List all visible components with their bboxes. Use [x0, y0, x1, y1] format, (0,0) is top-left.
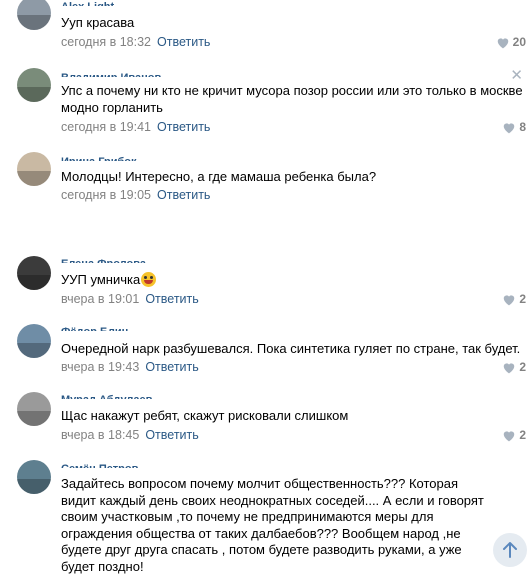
- comment-text: Очередной нарк разбушевался. Пока синтет…: [61, 341, 521, 356]
- reply-button[interactable]: Ответить: [157, 120, 210, 134]
- heart-icon: [504, 122, 515, 133]
- avatar[interactable]: [17, 324, 51, 358]
- avatar[interactable]: [17, 460, 51, 494]
- comment-meta: сегодня в 19:41 Ответить: [61, 120, 210, 134]
- comment-time[interactable]: вчера в 19:43: [61, 360, 139, 374]
- heart-icon: [497, 37, 508, 48]
- comment-time[interactable]: сегодня в 19:05: [61, 188, 151, 202]
- comment-author[interactable]: Елена Фролова: [61, 257, 146, 263]
- reply-button[interactable]: Ответить: [145, 292, 198, 306]
- comment-time[interactable]: сегодня в 19:41: [61, 120, 151, 134]
- avatar[interactable]: [17, 152, 51, 186]
- heart-icon: [504, 294, 515, 305]
- like-count: 2: [519, 360, 526, 374]
- comment-author[interactable]: Мурад Абдулаев: [61, 393, 152, 399]
- comment-author[interactable]: Владимир Иванов: [61, 71, 161, 77]
- comment-text: Задайтесь вопросом почему молчит обществ…: [61, 476, 484, 574]
- emoji-grin-icon: [141, 272, 157, 287]
- comment-text-content: УУП умничка: [61, 272, 141, 287]
- comment-text: Ууп красава: [61, 15, 135, 30]
- comment-author[interactable]: Семён Петров: [61, 462, 138, 468]
- arrow-up-icon: [503, 542, 517, 558]
- comment-author[interactable]: Фёдор Блин: [61, 325, 128, 331]
- like-button[interactable]: 2: [502, 292, 526, 306]
- comment-text: Упс а почему ни кто не кричит мусора поз…: [61, 83, 523, 115]
- comment-time[interactable]: сегодня в 18:32: [61, 35, 151, 49]
- comment-meta: вчера в 18:45 Ответить: [61, 428, 199, 442]
- comment-text: УУП умничка: [61, 272, 526, 289]
- reply-button[interactable]: Ответить: [145, 360, 198, 374]
- reply-button[interactable]: Ответить: [157, 35, 210, 49]
- comment-text: Щас накажут ребят, скажут рисковали слиш…: [61, 408, 349, 423]
- heart-icon: [504, 430, 515, 441]
- reply-button[interactable]: Ответить: [145, 428, 198, 442]
- like-count: 20: [512, 35, 526, 49]
- heart-icon: [504, 362, 515, 373]
- like-button[interactable]: 2: [502, 360, 526, 374]
- comment-time[interactable]: вчера в 19:01: [61, 292, 139, 306]
- avatar[interactable]: [17, 68, 51, 102]
- like-count: 2: [519, 292, 526, 306]
- comment-time[interactable]: вчера в 18:45: [61, 428, 139, 442]
- comment-author[interactable]: Ирина Грибок: [61, 155, 137, 161]
- like-count: 2: [519, 428, 526, 442]
- scroll-up-button[interactable]: [493, 533, 527, 567]
- reply-button[interactable]: Ответить: [157, 188, 210, 202]
- like-button[interactable]: 8: [502, 120, 526, 134]
- like-button[interactable]: 2: [502, 428, 526, 442]
- comment-meta: сегодня в 19:05 Ответить: [61, 188, 210, 202]
- avatar[interactable]: [17, 256, 51, 290]
- comment-author[interactable]: Alex Light: [61, 0, 114, 6]
- avatar[interactable]: [17, 0, 51, 30]
- comment-meta: сегодня в 18:32 Ответить: [61, 35, 210, 49]
- hidden-comment-strip: [60, 219, 350, 225]
- like-count: 8: [519, 120, 526, 134]
- comment-meta: вчера в 19:43 Ответить: [61, 360, 199, 374]
- comment-meta: вчера в 19:01 Ответить: [61, 292, 199, 306]
- comment-text: Молодцы! Интересно, а где мамаша ребенка…: [61, 169, 377, 184]
- close-icon[interactable]: ✕: [510, 66, 523, 84]
- like-button[interactable]: 20: [496, 35, 526, 49]
- avatar[interactable]: [17, 392, 51, 426]
